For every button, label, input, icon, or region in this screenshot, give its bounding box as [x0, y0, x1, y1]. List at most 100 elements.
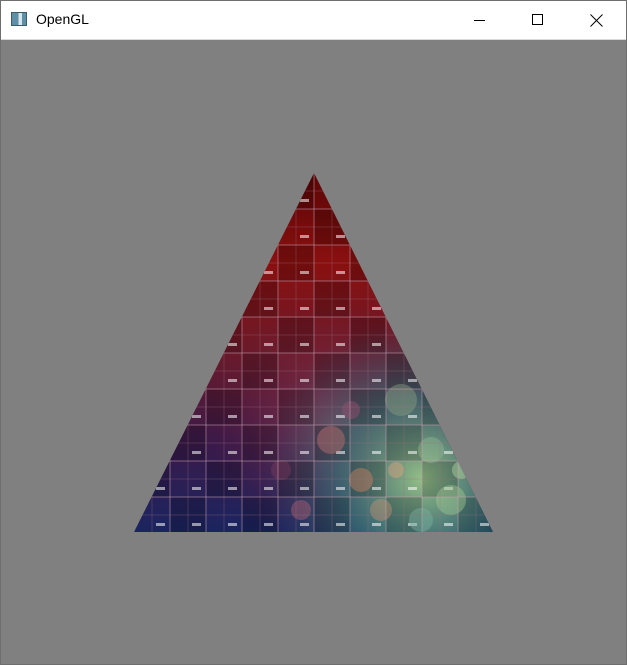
- texture-cell: [206, 245, 242, 281]
- texture-cell-mark: [156, 379, 165, 382]
- texture-cell-mark: [264, 523, 273, 526]
- texture-bokeh-spot: [452, 461, 470, 479]
- texture-cell-mark: [444, 415, 453, 418]
- texture-cell-mark: [480, 199, 489, 202]
- texture-cell-mark: [408, 451, 417, 454]
- texture-grid: [134, 173, 493, 532]
- texture-cell-mark: [264, 487, 273, 490]
- render-scene: [134, 173, 493, 532]
- texture-cell-mark: [480, 343, 489, 346]
- texture-cell: [134, 173, 170, 209]
- texture-cell-mark: [444, 451, 453, 454]
- texture-cell-mark: [192, 343, 201, 346]
- texture-cell-mark: [156, 343, 165, 346]
- texture-cell: [458, 209, 493, 245]
- texture-cell-mark: [336, 343, 345, 346]
- texture-cell-mark: [372, 379, 381, 382]
- texture-cell-mark: [480, 235, 489, 238]
- maximize-button[interactable]: [509, 1, 567, 39]
- texture-cell-mark: [192, 451, 201, 454]
- texture-cell: [458, 425, 493, 461]
- texture-cell-mark: [408, 487, 417, 490]
- texture-cell-mark: [372, 523, 381, 526]
- texture-cell: [134, 245, 170, 281]
- texture-cell-mark: [336, 199, 345, 202]
- texture-cell-mark: [156, 235, 165, 238]
- texture-cell-mark: [300, 523, 309, 526]
- texture-cell-mark: [300, 343, 309, 346]
- texture-cell-mark: [156, 487, 165, 490]
- close-icon: [589, 13, 603, 27]
- texture-cell-mark: [228, 487, 237, 490]
- texture-cell-mark: [408, 199, 417, 202]
- texture-cell-mark: [228, 307, 237, 310]
- minimize-icon: [474, 20, 485, 21]
- texture-cell-mark: [264, 343, 273, 346]
- texture-cell-mark: [408, 343, 417, 346]
- texture-cell-mark: [480, 523, 489, 526]
- opengl-viewport[interactable]: [1, 40, 626, 664]
- texture-cell-mark: [336, 307, 345, 310]
- texture-cell-mark: [228, 271, 237, 274]
- texture-cell-mark: [480, 487, 489, 490]
- texture-cell-mark: [156, 415, 165, 418]
- texture-cell-mark: [444, 343, 453, 346]
- texture-cell: [422, 245, 458, 281]
- texture-cell: [206, 173, 242, 209]
- texture-cell: [422, 317, 458, 353]
- texture-cell-mark: [444, 271, 453, 274]
- texture-cell-mark: [372, 235, 381, 238]
- texture-bokeh-spot: [409, 508, 433, 532]
- texture-cell: [242, 209, 278, 245]
- texture-cell-mark: [156, 271, 165, 274]
- texture-cell-mark: [192, 523, 201, 526]
- texture-cell: [134, 389, 170, 425]
- texture-cell-mark: [444, 523, 453, 526]
- texture-cell-mark: [300, 271, 309, 274]
- texture-cell-mark: [372, 307, 381, 310]
- texture-cell-mark: [444, 307, 453, 310]
- texture-bokeh-spot: [291, 500, 311, 520]
- texture-cell: [170, 281, 206, 317]
- texture-cell-mark: [228, 415, 237, 418]
- texture-cell-mark: [336, 379, 345, 382]
- texture-cell-mark: [444, 235, 453, 238]
- texture-cell-mark: [480, 379, 489, 382]
- texture-cell-mark: [192, 307, 201, 310]
- texture-cell: [386, 209, 422, 245]
- texture-cell-mark: [192, 271, 201, 274]
- minimize-button[interactable]: [451, 1, 509, 39]
- texture-cell-mark: [408, 307, 417, 310]
- texture-cell-mark: [372, 487, 381, 490]
- texture-cell-mark: [336, 415, 345, 418]
- texture-cell-mark: [300, 307, 309, 310]
- texture-cell-mark: [336, 235, 345, 238]
- texture-bokeh-spot: [271, 460, 291, 480]
- texture-cell: [422, 173, 458, 209]
- texture-cell-mark: [264, 199, 273, 202]
- texture-cell-mark: [228, 199, 237, 202]
- texture-bokeh-spot: [388, 462, 404, 478]
- texture-cell: [386, 281, 422, 317]
- maximize-icon: [532, 14, 543, 25]
- close-button[interactable]: [567, 1, 625, 39]
- texture-cell-mark: [228, 451, 237, 454]
- texture-cell-mark: [300, 235, 309, 238]
- texture-cell-mark: [336, 487, 345, 490]
- texture-cell-mark: [372, 415, 381, 418]
- texture-cell-mark: [300, 199, 309, 202]
- texture-cell-mark: [228, 523, 237, 526]
- texture-cell-mark: [192, 379, 201, 382]
- texture-cell-mark: [372, 343, 381, 346]
- texture-cell: [170, 209, 206, 245]
- texture-cell-mark: [264, 415, 273, 418]
- texture-cell-mark: [336, 271, 345, 274]
- texture-cell-mark: [228, 343, 237, 346]
- texture-cell-mark: [336, 523, 345, 526]
- texture-bokeh-spot: [349, 468, 373, 492]
- texture-cell-mark: [480, 451, 489, 454]
- app-window-icon[interactable]: [11, 12, 27, 26]
- title-bar[interactable]: OpenGL: [1, 1, 626, 40]
- texture-cell: [458, 281, 493, 317]
- texture-cell-mark: [192, 235, 201, 238]
